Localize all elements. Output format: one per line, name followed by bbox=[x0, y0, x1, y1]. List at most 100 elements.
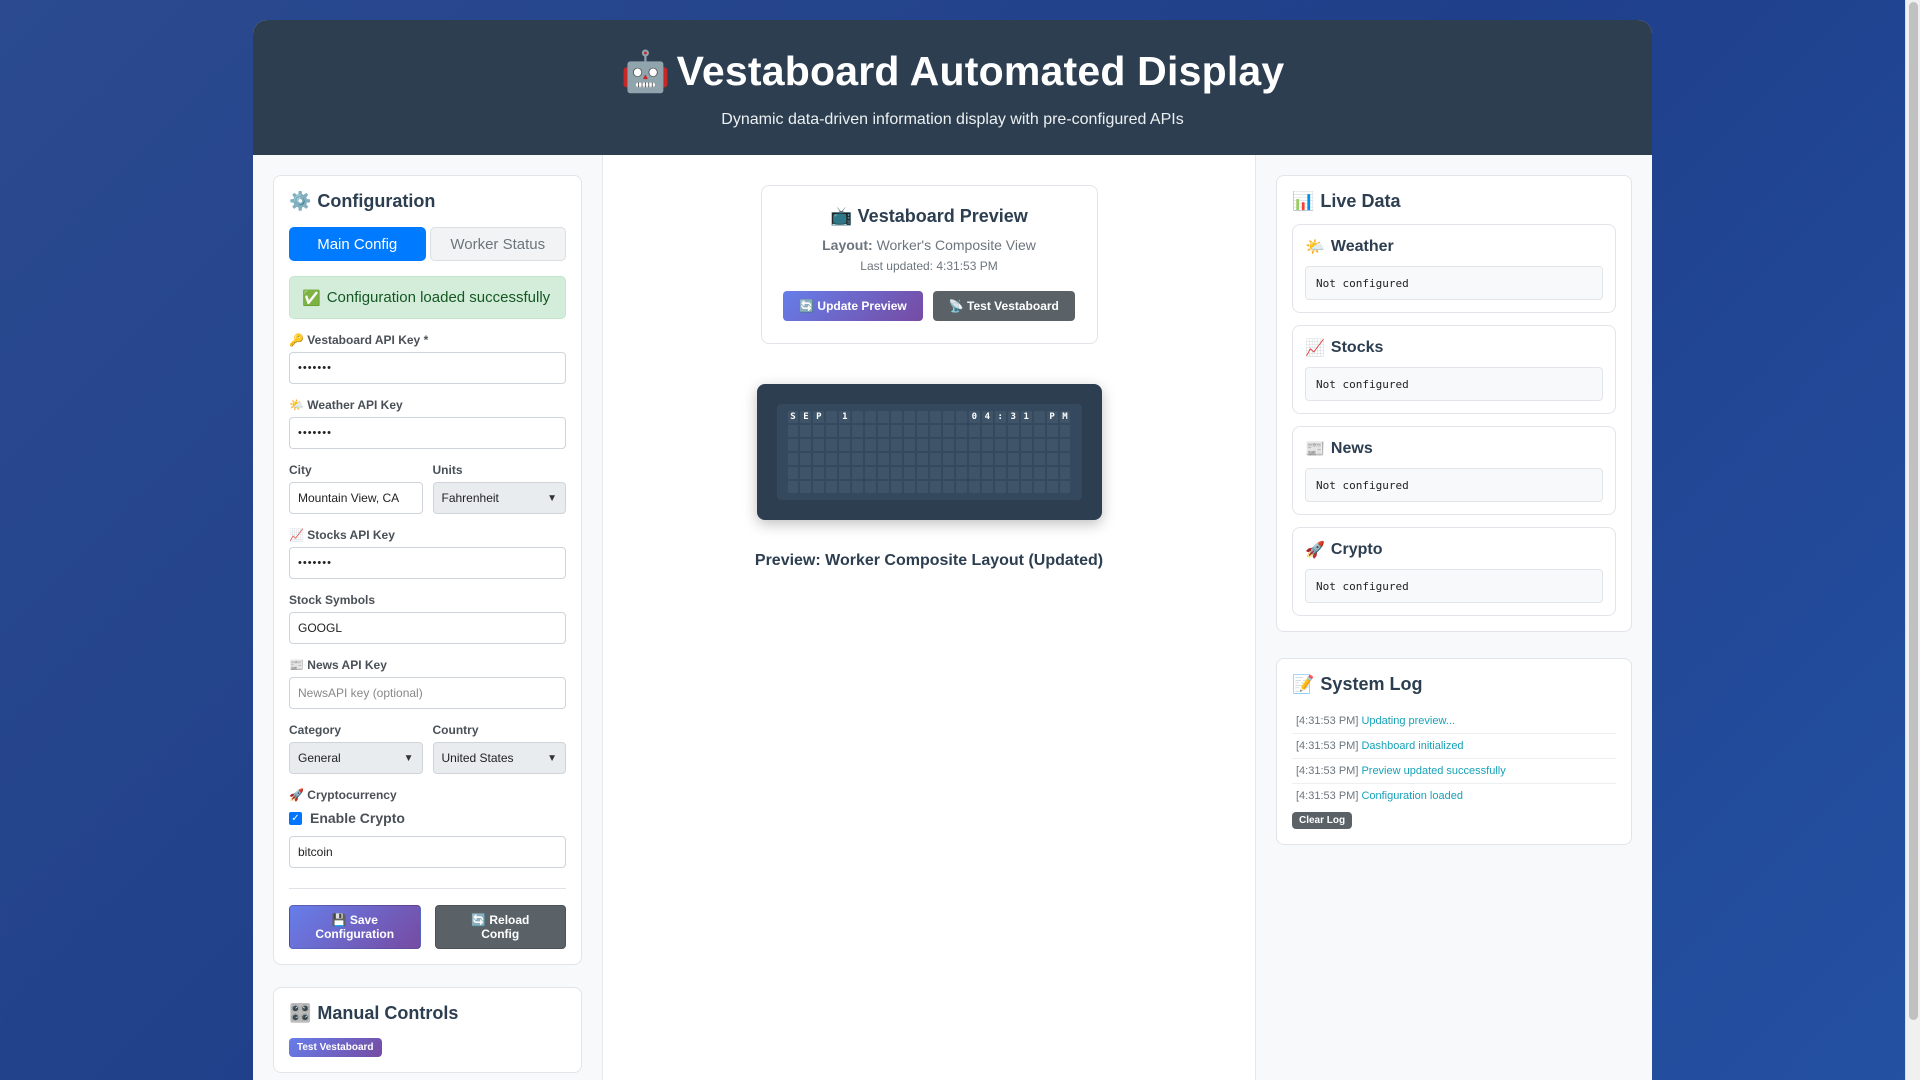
board-cell bbox=[865, 481, 877, 493]
board-cell bbox=[787, 453, 799, 465]
board-cell bbox=[878, 411, 890, 423]
board-cell bbox=[852, 425, 864, 437]
news-key-input[interactable]: NewsAPI key (optional) bbox=[289, 677, 566, 709]
television-icon: 📺 bbox=[830, 206, 853, 227]
category-label: Category bbox=[289, 723, 342, 737]
board-cell bbox=[955, 453, 967, 465]
board-cell bbox=[813, 467, 825, 479]
board-cell bbox=[929, 467, 941, 479]
board-cell bbox=[826, 453, 838, 465]
board-cell bbox=[852, 439, 864, 451]
board-cell bbox=[800, 425, 812, 437]
board-cell: E bbox=[800, 411, 812, 423]
stock-symbols-label: Stock Symbols bbox=[289, 593, 376, 607]
board-cell bbox=[904, 467, 916, 479]
newspaper-icon: 📰 bbox=[289, 658, 304, 672]
clear-log-button[interactable]: Clear Log bbox=[1292, 812, 1353, 829]
board-cell bbox=[968, 425, 980, 437]
board-cell bbox=[917, 439, 928, 451]
board-cell bbox=[826, 411, 838, 423]
stocks-key-input[interactable]: ••••••• bbox=[289, 547, 566, 579]
board-cell bbox=[865, 425, 877, 437]
board-cell bbox=[1046, 439, 1058, 451]
save-configuration-button[interactable]: 💾 Save Configuration bbox=[289, 905, 421, 949]
country-select[interactable]: United States ▼ bbox=[432, 742, 566, 774]
board-cell bbox=[891, 453, 903, 465]
board-cell bbox=[852, 467, 864, 479]
board-cell bbox=[929, 481, 941, 493]
enable-crypto-checkbox[interactable]: ✓ bbox=[289, 811, 302, 825]
board-cell bbox=[787, 439, 799, 451]
city-input[interactable]: Mountain View, CA bbox=[289, 482, 423, 514]
board-cell bbox=[891, 481, 903, 493]
crypto-title: Crypto bbox=[1330, 540, 1383, 558]
weather-key-input[interactable]: ••••••• bbox=[289, 417, 566, 449]
board-cell bbox=[878, 467, 890, 479]
board-cell bbox=[839, 467, 851, 479]
crypto-symbols-input[interactable]: bitcoin bbox=[289, 836, 566, 868]
board-cell bbox=[800, 453, 812, 465]
board-cell bbox=[917, 411, 928, 423]
key-icon: 🔑 bbox=[289, 333, 304, 347]
stock-symbols-input[interactable]: GOOGL bbox=[289, 612, 566, 644]
news-value: Not configured bbox=[1305, 468, 1603, 502]
board-cell bbox=[904, 453, 916, 465]
board-cell bbox=[878, 425, 890, 437]
board-cell bbox=[904, 425, 916, 437]
board-cell bbox=[787, 425, 799, 437]
test-vestaboard-button[interactable]: 📡 Test Vestaboard bbox=[932, 291, 1075, 321]
log-entry: [4:31:53 PM] Configuration loaded bbox=[1296, 790, 1463, 802]
units-select[interactable]: Fahrenheit ▼ bbox=[432, 482, 566, 514]
right-column: 📊 Live Data 🌤️ Weather Not configured 📈 Sto… bbox=[1256, 155, 1652, 1080]
test-vestaboard-small-button[interactable]: Test Vestaboard bbox=[289, 1038, 382, 1057]
board-cell bbox=[955, 411, 967, 423]
board-cell bbox=[1059, 439, 1071, 451]
board-cell bbox=[1033, 425, 1045, 437]
cryptocurrency-label: 🚀 Cryptocurrency bbox=[289, 788, 397, 802]
configuration-panel: ⚙️ Configuration Main Config Worker Statu… bbox=[273, 175, 582, 965]
scrollbar-thumb[interactable] bbox=[1909, 2, 1918, 1020]
board-cell bbox=[981, 439, 993, 451]
last-updated: Last updated: 4:31:53 PM bbox=[860, 259, 998, 273]
reload-config-button[interactable]: 🔄 Reload Config bbox=[434, 905, 566, 949]
board-cell bbox=[813, 453, 825, 465]
board-cell bbox=[826, 467, 838, 479]
tab-worker-status[interactable]: Worker Status bbox=[429, 227, 566, 261]
board-cell bbox=[891, 439, 903, 451]
news-key-label: 📰 News API Key bbox=[289, 658, 387, 672]
weather-icon: 🌤️ bbox=[289, 398, 304, 412]
board-cell bbox=[942, 425, 954, 437]
board-cell bbox=[942, 453, 954, 465]
board-cell bbox=[1059, 467, 1071, 479]
chevron-down-icon: ▼ bbox=[547, 752, 557, 764]
board-cell bbox=[1046, 453, 1058, 465]
page-scrollbar[interactable] bbox=[1905, 0, 1920, 1080]
weather-icon: 🌤️ bbox=[1305, 237, 1325, 256]
board-cell bbox=[1020, 425, 1032, 437]
board-cell bbox=[929, 439, 941, 451]
board-cell bbox=[904, 411, 916, 423]
board-cell bbox=[1059, 425, 1071, 437]
board-cell bbox=[813, 439, 825, 451]
board-cell bbox=[1046, 467, 1058, 479]
update-preview-button[interactable]: 🔄 Update Preview bbox=[783, 291, 923, 321]
tab-main-config[interactable]: Main Config bbox=[289, 227, 426, 261]
system-log-panel: 📝 System Log [4:31:53 PM] Updating previe… bbox=[1276, 658, 1632, 845]
board-cell bbox=[981, 425, 993, 437]
board-cell bbox=[826, 439, 838, 451]
board-cell bbox=[981, 467, 993, 479]
board-cell bbox=[942, 481, 954, 493]
vestaboard-key-input[interactable]: ••••••• bbox=[289, 352, 566, 384]
rocket-icon: 🚀 bbox=[289, 788, 304, 802]
board-cell bbox=[852, 411, 864, 423]
manual-controls-heading: 🎛️ Manual Controls bbox=[289, 1003, 459, 1024]
category-select[interactable]: General ▼ bbox=[289, 742, 423, 774]
board-cell bbox=[852, 453, 864, 465]
board-cell bbox=[1020, 481, 1032, 493]
board-cell bbox=[813, 481, 825, 493]
board-cell bbox=[929, 453, 941, 465]
board-cell bbox=[826, 481, 838, 493]
stocks-key-label: 📈 Stocks API Key bbox=[289, 528, 395, 542]
log-entry: [4:31:53 PM] Updating preview... bbox=[1292, 709, 1616, 734]
board-cell bbox=[994, 467, 1006, 479]
